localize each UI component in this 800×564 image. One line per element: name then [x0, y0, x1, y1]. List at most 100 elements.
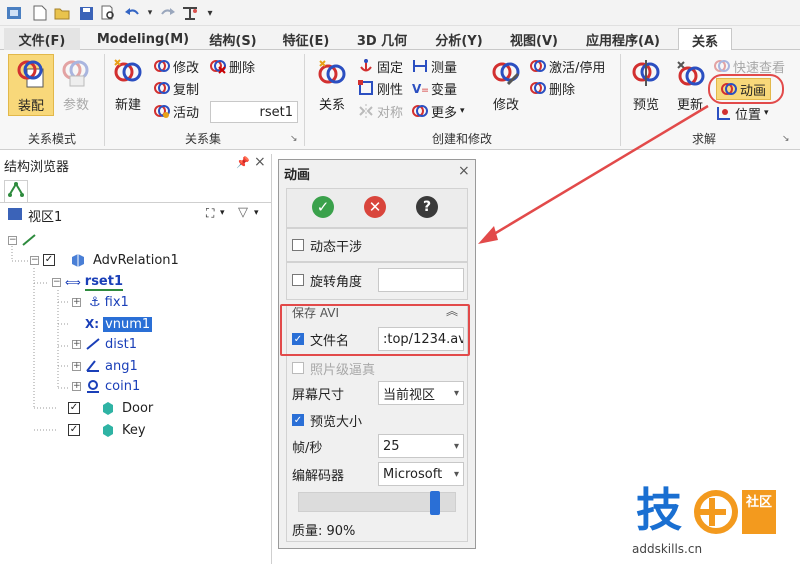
sketch-icon	[22, 234, 36, 246]
settings-icon[interactable]	[180, 3, 200, 23]
tree-item-door[interactable]: ✓ Door	[68, 398, 153, 418]
rigid-button[interactable]: 刚性	[358, 78, 403, 98]
ok-check-icon[interactable]: ✓	[312, 196, 334, 218]
quality-slider-thumb[interactable]	[430, 491, 440, 515]
variable-icon: X:	[85, 317, 100, 331]
chevron-down-icon[interactable]: ▾	[220, 208, 225, 218]
symmetric-icon	[358, 103, 374, 119]
customize-toolbar-icon[interactable]: ▾	[200, 3, 220, 23]
fps-select[interactable]: 25 ▾	[378, 434, 464, 458]
preview-size-checkbox[interactable]: ✓	[292, 414, 304, 426]
expand-icon[interactable]: +	[72, 339, 81, 349]
activate-deactivate-button[interactable]: 激活/停用	[530, 56, 605, 76]
tab-modeling[interactable]: Modeling(M)	[92, 28, 194, 50]
photoreal-checkbox[interactable]	[292, 362, 304, 374]
tree-item-ang1[interactable]: + ang1	[72, 356, 138, 376]
modify-set-button[interactable]: 修改	[154, 56, 199, 76]
params-mode-button[interactable]: 参数	[56, 58, 96, 113]
expand-icon[interactable]: +	[72, 297, 81, 307]
rotate-angle-checkbox[interactable]	[292, 274, 304, 286]
chevron-down-icon[interactable]: ▾	[254, 208, 259, 218]
active-set-select[interactable]: rset1	[210, 101, 298, 123]
tab-analysis[interactable]: 分析(Y)	[424, 28, 494, 50]
watermark-plus-h	[698, 509, 726, 515]
save-icon[interactable]	[76, 3, 96, 23]
symmetric-button[interactable]: 对称	[358, 101, 403, 121]
chevron-down-icon: ▾	[764, 108, 769, 118]
collapse-icon[interactable]: −	[8, 235, 17, 245]
relation-icon	[316, 58, 348, 90]
tree-item-dist1[interactable]: + dist1	[72, 334, 137, 354]
pin-icon[interactable]: 📌	[236, 156, 250, 169]
modify-label: 修改	[173, 60, 200, 76]
dynamic-interference-checkbox[interactable]	[292, 239, 304, 251]
measure-button[interactable]: 测量	[412, 56, 457, 76]
copy-set-button[interactable]: 复制	[154, 78, 199, 98]
relation-button[interactable]: 关系	[314, 58, 350, 113]
dialog-launcher-icon[interactable]: ↘	[782, 134, 790, 144]
codec-select[interactable]: Microsoft ▾	[378, 462, 464, 486]
svg-text:=: =	[421, 85, 428, 96]
rotate-angle-input[interactable]	[378, 268, 464, 292]
close-icon[interactable]: ×	[458, 163, 470, 179]
tree-item-vnum1[interactable]: X: vnum1	[72, 314, 153, 334]
tree-item-fix1[interactable]: + ⚓ fix1	[72, 292, 129, 312]
copy-icon	[154, 80, 170, 96]
expand-icon[interactable]: +	[72, 361, 81, 371]
collapse-icon[interactable]: −	[30, 255, 39, 265]
tab-structure[interactable]: 结构(S)	[200, 28, 266, 50]
tree-root-row[interactable]: −	[8, 230, 37, 250]
undo-icon[interactable]	[122, 3, 142, 23]
cancel-x-icon[interactable]: ✕	[364, 196, 386, 218]
group-label-relation-set: 关系集	[184, 132, 221, 146]
structure-tab[interactable]	[4, 180, 28, 202]
tab-feature[interactable]: 特征(E)	[272, 28, 340, 50]
new-icon[interactable]	[30, 3, 50, 23]
tab-file[interactable]: 文件(F)	[4, 28, 80, 50]
close-icon[interactable]: ×	[254, 154, 266, 170]
variable-button[interactable]: V = 变量	[412, 78, 457, 98]
more-button[interactable]: 更多 ▾	[412, 101, 465, 121]
quality-slider-track[interactable]	[298, 491, 456, 515]
tree-item-key[interactable]: ✓ Key	[68, 420, 146, 440]
tab-3d-geometry[interactable]: 3D 几何	[346, 28, 418, 50]
tab-relations[interactable]: 关系	[678, 28, 732, 51]
update-icon	[674, 58, 706, 90]
tab-view[interactable]: 视图(V)	[500, 28, 568, 50]
help-icon[interactable]: ?	[416, 196, 438, 218]
photoreal-row[interactable]: 照片级逼真	[292, 357, 375, 379]
expand-icon[interactable]: +	[72, 381, 81, 391]
collapse-icon[interactable]: −	[52, 277, 61, 287]
delete-set-button[interactable]: 删除	[210, 56, 255, 76]
viewport-label: 视区1	[28, 210, 63, 225]
visibility-checkbox[interactable]: ✓	[43, 254, 55, 266]
fixed-button[interactable]: 固定	[358, 56, 403, 76]
visibility-checkbox[interactable]: ✓	[68, 402, 80, 414]
active-set-value: rset1	[259, 104, 293, 120]
preview-size-row[interactable]: ✓ 预览大小	[292, 409, 362, 431]
visibility-checkbox[interactable]: ✓	[68, 424, 80, 436]
fps-label: 帧/秒	[292, 440, 323, 456]
tree-item-rset[interactable]: − ⟺ rset1	[52, 272, 124, 292]
binoculars-icon[interactable]: ⛶	[206, 206, 214, 221]
app-icon[interactable]	[4, 3, 24, 23]
tree-item-coin1[interactable]: + coin1	[72, 376, 140, 396]
dynamic-interference-row[interactable]: 动态干涉	[292, 234, 362, 256]
rotate-angle-row[interactable]: 旋转角度	[292, 269, 362, 291]
redo-icon[interactable]	[158, 3, 178, 23]
assemble-mode-button[interactable]: 装配	[8, 54, 54, 116]
tree-item-advrelation[interactable]: − ✓ AdvRelation1	[30, 250, 179, 270]
print-preview-icon[interactable]	[98, 3, 118, 23]
tab-application[interactable]: 应用程序(A)	[574, 28, 672, 50]
undo-dropdown-icon[interactable]: ▾	[140, 3, 160, 23]
part-icon	[103, 402, 113, 415]
position-button[interactable]: 位置 ▾	[716, 103, 769, 123]
quick-view-button[interactable]: 快速查看	[714, 56, 785, 76]
dialog-launcher-icon[interactable]: ↘	[290, 134, 298, 144]
new-relation-set-button[interactable]: 新建	[108, 58, 148, 113]
filter-icon[interactable]: ▽	[238, 205, 248, 220]
new-label: 新建	[114, 98, 141, 113]
screen-size-select[interactable]: 当前视区 ▾	[378, 381, 464, 405]
viewport-icon	[8, 208, 22, 220]
open-icon[interactable]	[52, 3, 72, 23]
